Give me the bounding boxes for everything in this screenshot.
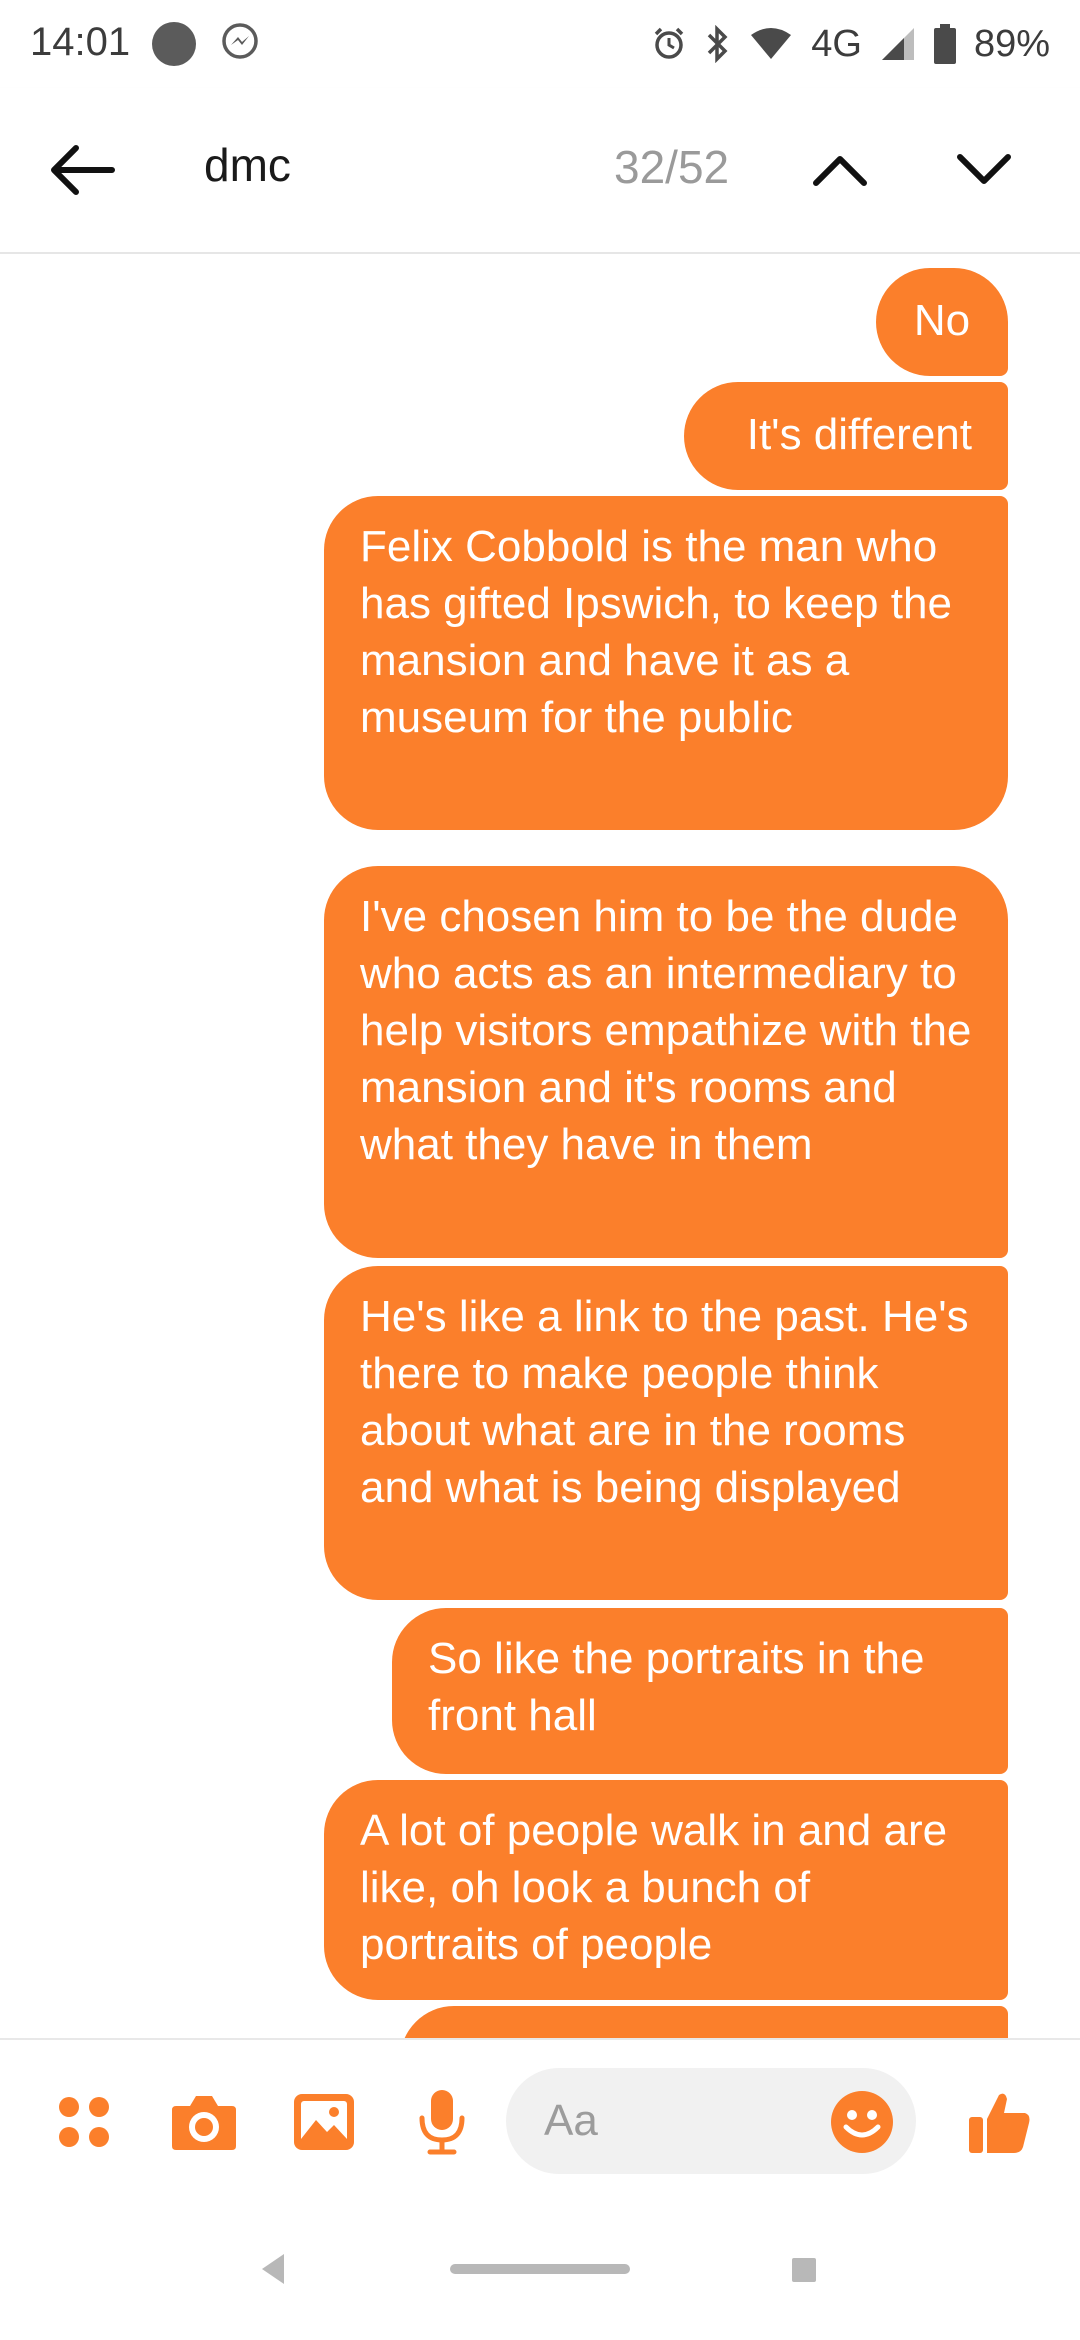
message-bubble[interactable]: He's like a link to the past. He's there… [324,1266,1008,1600]
more-button[interactable] [48,2086,120,2158]
camera-icon [172,2096,236,2150]
message-bubble[interactable]: I've chosen him to be the dude who acts … [324,866,1008,1258]
status-bar: 14:01 4G 89% [0,0,1080,88]
alarm-icon [651,26,687,62]
system-navigation-bar [0,2202,1080,2340]
gallery-button[interactable] [288,2086,360,2158]
message-list[interactable]: No It's different Felix Cobbold is the m… [0,254,1080,2038]
system-home-pill[interactable] [450,2264,630,2274]
more-dots-icon [59,2097,109,2147]
battery-percent: 89% [973,22,1050,65]
message-bubble[interactable]: Felix Cobbold is the man who has gifted … [324,496,1008,830]
status-indicators: 4G 89% [651,18,1050,70]
microphone-button[interactable] [406,2086,478,2158]
chevron-up-icon [813,156,867,186]
message-bubble-partial[interactable] [400,2006,1008,2038]
gallery-icon [294,2094,354,2150]
message-bubble[interactable]: So like the portraits in the front hall [392,1608,1008,1774]
microphone-icon [419,2090,465,2155]
system-recents-icon[interactable] [792,2258,816,2282]
status-time: 14:01 [30,20,131,64]
match-counter: 32/52 [614,141,730,193]
arrow-left-icon [51,145,115,195]
back-button[interactable] [42,134,122,206]
camera-button[interactable] [168,2086,240,2158]
message-bubble[interactable]: No [876,268,1008,376]
chevron-down-icon [957,154,1011,184]
next-match-button[interactable] [952,138,1016,202]
network-type: 4G [811,22,862,65]
message-bubble[interactable]: It's different [684,382,1008,490]
emoji-button[interactable] [826,2086,898,2158]
signal-icon [880,26,916,62]
message-bubble[interactable]: A lot of people walk in and are like, oh… [324,1780,1008,2000]
previous-match-button[interactable] [808,138,872,202]
messenger-icon [220,22,260,62]
search-term: dmc [204,139,291,191]
search-header: dmc 32/52 [0,88,1080,254]
notification-dot-icon [152,22,196,66]
thumbs-up-icon [969,2093,1030,2153]
system-back-icon[interactable] [258,2252,288,2286]
like-button[interactable] [964,2086,1036,2158]
battery-icon [933,24,956,64]
emoji-icon [831,2091,893,2153]
bluetooth-icon [705,25,731,63]
composer-bar [0,2038,1080,2204]
wifi-icon [749,27,793,61]
